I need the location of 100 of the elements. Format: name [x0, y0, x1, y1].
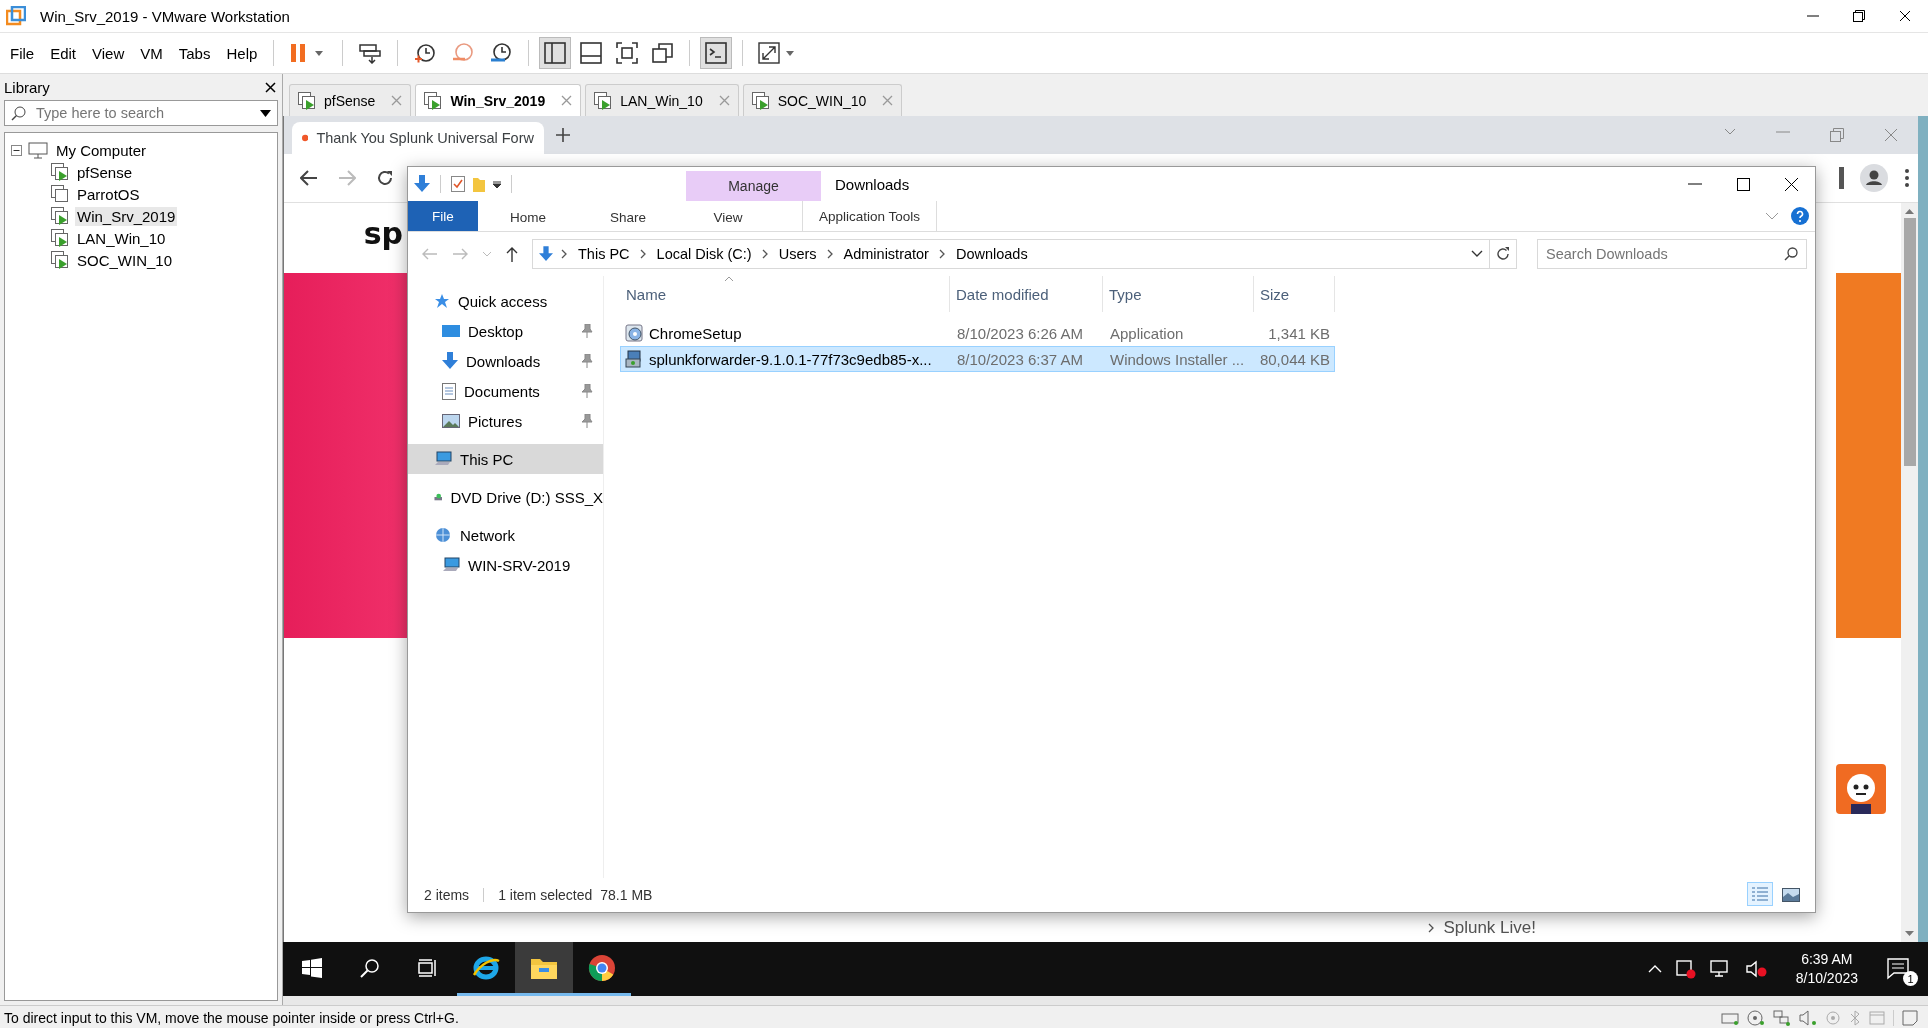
nav-item[interactable]: Network: [408, 520, 603, 550]
menu-item[interactable]: Tabs: [172, 40, 217, 66]
help-icon[interactable]: [1791, 207, 1809, 225]
scroll-up-icon[interactable]: [1905, 208, 1914, 214]
start-icon[interactable]: [302, 957, 322, 978]
tree-item[interactable]: pfSense: [75, 162, 135, 182]
close-icon[interactable]: [265, 81, 276, 93]
profile-avatar-icon[interactable]: [1860, 164, 1888, 192]
ribbon-tab[interactable]: Home: [478, 201, 578, 233]
menu-icon[interactable]: [1904, 168, 1910, 188]
nav-item[interactable]: Quick access: [408, 286, 603, 316]
chevron-up-icon[interactable]: [1647, 965, 1662, 973]
column-header[interactable]: Name: [620, 276, 950, 312]
column-header[interactable]: Date modified: [950, 276, 1103, 312]
tree-item[interactable]: Win_Srv_2019: [75, 206, 178, 226]
installer-disc-icon: [625, 324, 643, 342]
maximize-icon[interactable]: [1736, 177, 1750, 191]
snapshot-icon[interactable]: [413, 42, 438, 64]
chevron-icon: [761, 249, 769, 259]
ribbon-tab[interactable]: File: [408, 201, 478, 231]
snapshot-manager-icon[interactable]: [489, 42, 514, 64]
clock-time: 6:39 AM: [1801, 950, 1853, 969]
taskbar-app[interactable]: [515, 942, 573, 996]
menu-item[interactable]: Help: [220, 40, 264, 66]
breadcrumb[interactable]: Users: [776, 246, 819, 262]
ribbon-tab[interactable]: Application Tools: [802, 201, 937, 231]
vm-tab[interactable]: LAN_Win_10: [585, 84, 739, 116]
collapse-icon[interactable]: [11, 144, 22, 156]
send-keys-icon[interactable]: [358, 42, 383, 64]
large-icons-view-icon[interactable]: [1782, 888, 1800, 902]
sidebar-view-button[interactable]: [539, 37, 572, 69]
scroll-thumb[interactable]: [1903, 218, 1916, 466]
search-input[interactable]: Type here to search: [36, 103, 250, 123]
computer-icon: [442, 557, 460, 573]
file-name: ChromeSetup: [649, 324, 742, 342]
column-header[interactable]: Type: [1103, 276, 1254, 312]
new-tab-icon[interactable]: [556, 128, 570, 142]
speaker-muted-icon[interactable]: [1745, 960, 1768, 978]
breadcrumb[interactable]: Administrator: [841, 246, 931, 262]
message-icon[interactable]: [1902, 1009, 1918, 1026]
tree-item[interactable]: LAN_Win_10: [75, 228, 168, 248]
back-arrow-icon[interactable]: [300, 170, 318, 186]
full-screen-icon[interactable]: [616, 42, 639, 64]
reload-icon[interactable]: [376, 169, 394, 187]
tree-item[interactable]: SOC_WIN_10: [75, 250, 175, 270]
close-icon[interactable]: [1784, 177, 1798, 191]
console-view-button[interactable]: [700, 37, 733, 69]
scrollbar[interactable]: [1901, 203, 1918, 942]
thumbnail-bar-icon[interactable]: [580, 42, 603, 64]
menu-item[interactable]: View: [86, 40, 131, 66]
nav-item[interactable]: Pictures: [408, 406, 603, 436]
clock-date: 8/10/2023: [1795, 969, 1858, 988]
vm-tab[interactable]: pfSense: [289, 84, 412, 116]
ribbon-tab[interactable]: Share: [578, 201, 678, 233]
file-row[interactable]: ChromeSetup 8/10/2023 6:26 AM Application 1,341 KB: [620, 320, 1335, 346]
tree-item[interactable]: My Computer: [54, 140, 149, 160]
search-field[interactable]: Type here to search: [4, 100, 278, 126]
speaker-icon[interactable]: [1799, 1009, 1817, 1026]
search-icon[interactable]: [360, 957, 380, 978]
breadcrumb[interactable]: Local Disk (C:): [654, 246, 754, 262]
menu-item[interactable]: Edit: [44, 40, 83, 66]
page-link[interactable]: Splunk Live!: [1428, 918, 1536, 938]
dropdown-arrow-icon[interactable]: [260, 109, 271, 117]
menu-item[interactable]: File: [4, 40, 41, 66]
restore-icon[interactable]: [1853, 10, 1865, 22]
refresh-icon[interactable]: [1495, 246, 1511, 262]
notification-icon[interactable]: [1886, 957, 1912, 981]
vm-tab[interactable]: Win_Srv_2019: [415, 84, 582, 116]
close-icon[interactable]: [1899, 10, 1911, 22]
window-title: Downloads: [834, 174, 910, 195]
nav-item[interactable]: Desktop: [408, 316, 603, 346]
file-row[interactable]: splunkforwarder-9.1.0.1-77f73c9edb85-x... 8/10/2023 6:37 AM Windows Installer ... 80,044 KB: [620, 346, 1335, 372]
breadcrumb[interactable]: This PC: [576, 246, 632, 262]
nav-item[interactable]: DVD Drive (D:) SSS_X: [408, 482, 603, 512]
dropdown-arrow-icon[interactable]: [493, 180, 501, 188]
properties-icon[interactable]: [451, 176, 465, 192]
cd-drive-icon[interactable]: [1747, 1009, 1765, 1026]
ribbon-tab[interactable]: View: [678, 201, 778, 233]
vm-tab[interactable]: SOC_WIN_10: [742, 84, 903, 116]
tree-item[interactable]: ParrotOS: [75, 184, 142, 204]
column-header[interactable]: Size: [1254, 276, 1335, 312]
unity-icon[interactable]: [652, 42, 675, 64]
tab-search-icon[interactable]: [1724, 128, 1736, 136]
scroll-down-icon[interactable]: [1905, 931, 1914, 937]
type-cell-text: Windows Installer ...: [1109, 350, 1246, 368]
address-bar[interactable]: This PC Local Disk (C:) Users Administrator Downloads: [532, 239, 1490, 269]
nav-item[interactable]: Documents: [408, 376, 603, 406]
task-view-icon[interactable]: [418, 958, 438, 977]
expand-ribbon-icon[interactable]: [1765, 212, 1779, 220]
breadcrumb[interactable]: Downloads: [953, 246, 1030, 262]
up-arrow-icon[interactable]: [506, 246, 518, 262]
network-adapter-icon[interactable]: [1773, 1009, 1791, 1026]
nav-item[interactable]: Downloads: [408, 346, 603, 376]
nav-item[interactable]: WIN-SRV-2019: [408, 550, 603, 580]
file-name: splunkforwarder-9.1.0.1-77f73c9edb85-x...: [649, 350, 932, 368]
security-alert-icon[interactable]: [1675, 959, 1696, 979]
menu-item[interactable]: VM: [134, 40, 169, 66]
chat-robot-icon[interactable]: [1836, 764, 1886, 814]
nav-item[interactable]: This PC: [408, 444, 603, 474]
browser-tab[interactable]: Thank You Splunk Universal Forw: [292, 122, 544, 154]
